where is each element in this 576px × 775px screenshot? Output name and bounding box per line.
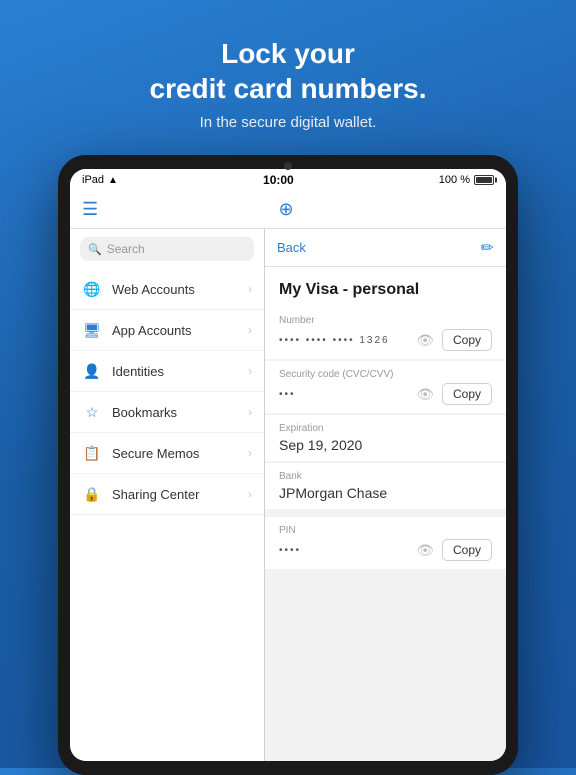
sidebar-item-secure-memos-left: 📋 Secure Memos: [82, 443, 199, 463]
field-bank: Bank JPMorgan Chase: [265, 463, 506, 509]
device-label: iPad: [82, 174, 104, 186]
field-expiration-value: Sep 19, 2020: [279, 437, 362, 453]
battery-label: 100 %: [439, 174, 470, 186]
field-number-row: •••• •••• •••• 1326 👁 Copy: [279, 329, 492, 351]
field-pin-row: •••• 👁 Copy: [279, 539, 492, 561]
field-number-value: •••• •••• •••• 1326: [279, 335, 390, 346]
ipad-body: iPad ▲ 10:00 100 % ☰ ⊕: [58, 155, 518, 775]
ipad-device: iPad ▲ 10:00 100 % ☰ ⊕: [58, 155, 518, 775]
sidebar-item-bookmarks-left: ☆ Bookmarks: [82, 402, 177, 422]
field-expiration-label: Expiration: [279, 423, 492, 434]
ipad-camera: [284, 162, 292, 170]
field-security-code-row: ••• 👁 Copy: [279, 383, 492, 405]
field-pin-label: PIN: [279, 525, 492, 536]
hero-section: Lock your credit card numbers. In the se…: [0, 0, 576, 151]
sharing-center-label: Sharing Center: [112, 487, 199, 502]
field-number-label: Number: [279, 315, 492, 326]
field-number: Number •••• •••• •••• 1326 👁 Copy: [265, 307, 506, 359]
search-icon: 🔍: [88, 243, 102, 256]
status-left: iPad ▲: [82, 174, 118, 186]
field-bank-label: Bank: [279, 471, 492, 482]
search-placeholder: Search: [107, 242, 145, 256]
sidebar-item-sharing-center-left: 🔒 Sharing Center: [82, 484, 199, 504]
field-number-actions: 👁 Copy: [416, 329, 492, 351]
secure-memos-chevron: ›: [248, 446, 252, 460]
field-security-code: Security code (CVC/CVV) ••• 👁 Copy: [265, 361, 506, 413]
sidebar-item-bookmarks[interactable]: ☆ Bookmarks ›: [70, 392, 264, 433]
hero-title: Lock your credit card numbers.: [20, 36, 556, 106]
detail-fields: Number •••• •••• •••• 1326 👁 Copy: [265, 307, 506, 761]
sharing-center-icon: 🔒: [82, 484, 102, 504]
field-pin-actions: 👁 Copy: [416, 539, 492, 561]
hero-subtitle: In the secure digital wallet.: [20, 114, 556, 131]
bookmarks-label: Bookmarks: [112, 405, 177, 420]
app-accounts-chevron: ›: [248, 323, 252, 337]
identities-chevron: ›: [248, 364, 252, 378]
sidebar-item-app-accounts[interactable]: 🖥 App Accounts ›: [70, 310, 264, 351]
field-expiration-row: Sep 19, 2020: [279, 437, 492, 453]
nav-bar: ☰ ⊕: [70, 191, 506, 229]
web-accounts-chevron: ›: [248, 282, 252, 296]
ipad-screen: iPad ▲ 10:00 100 % ☰ ⊕: [70, 169, 506, 761]
detail-nav: Back ✏: [265, 229, 506, 267]
field-pin: PIN •••• 👁 Copy: [265, 517, 506, 569]
sidebar-item-sharing-center[interactable]: 🔒 Sharing Center ›: [70, 474, 264, 515]
web-accounts-label: Web Accounts: [112, 282, 195, 297]
identities-label: Identities: [112, 364, 164, 379]
wifi-icon: ▲: [108, 175, 118, 186]
status-bar: iPad ▲ 10:00 100 %: [70, 169, 506, 191]
web-accounts-icon: 🌐: [82, 279, 102, 299]
card-title: My Visa - personal: [265, 267, 506, 307]
bookmarks-icon: ☆: [82, 402, 102, 422]
content-area: 🔍 Search 🌐 Web Accounts › 🖥 App: [70, 229, 506, 761]
secure-memos-label: Secure Memos: [112, 446, 199, 461]
status-right: 100 %: [439, 174, 494, 186]
battery-icon: [474, 175, 494, 185]
hero-title-line2: credit card numbers.: [150, 73, 427, 104]
hero-title-line1: Lock your: [221, 38, 355, 69]
edit-button[interactable]: ✏: [481, 238, 494, 258]
number-eye-icon[interactable]: 👁: [416, 332, 434, 349]
field-security-code-label: Security code (CVC/CVV): [279, 369, 492, 380]
search-box[interactable]: 🔍 Search: [80, 237, 254, 261]
back-button[interactable]: Back: [277, 240, 306, 255]
menu-button[interactable]: ☰: [82, 199, 98, 220]
sidebar-item-web-accounts[interactable]: 🌐 Web Accounts ›: [70, 269, 264, 310]
number-copy-button[interactable]: Copy: [442, 329, 492, 351]
field-expiration: Expiration Sep 19, 2020: [265, 415, 506, 461]
bookmarks-chevron: ›: [248, 405, 252, 419]
security-code-copy-button[interactable]: Copy: [442, 383, 492, 405]
detail-panel: Back ✏ My Visa - personal Number •••• ••…: [265, 229, 506, 761]
field-pin-value: ••••: [279, 545, 301, 556]
sidebar-item-web-accounts-left: 🌐 Web Accounts: [82, 279, 195, 299]
sidebar-item-app-accounts-left: 🖥 App Accounts: [82, 320, 192, 340]
secure-memos-icon: 📋: [82, 443, 102, 463]
app-accounts-icon: 🖥: [82, 320, 102, 340]
sidebar-item-secure-memos[interactable]: 📋 Secure Memos ›: [70, 433, 264, 474]
battery-fill: [476, 177, 492, 183]
pin-copy-button[interactable]: Copy: [442, 539, 492, 561]
identities-icon: 👤: [82, 361, 102, 381]
sidebar: 🔍 Search 🌐 Web Accounts › 🖥 App: [70, 229, 265, 761]
security-code-eye-icon[interactable]: 👁: [416, 386, 434, 403]
status-time: 10:00: [263, 173, 294, 187]
sidebar-item-identities-left: 👤 Identities: [82, 361, 164, 381]
sharing-center-chevron: ›: [248, 487, 252, 501]
pin-eye-icon[interactable]: 👁: [416, 542, 434, 559]
field-security-code-value: •••: [279, 389, 296, 400]
field-bank-value: JPMorgan Chase: [279, 485, 387, 501]
field-bank-row: JPMorgan Chase: [279, 485, 492, 501]
add-button[interactable]: ⊕: [279, 199, 294, 220]
sidebar-item-identities[interactable]: 👤 Identities ›: [70, 351, 264, 392]
app-accounts-label: App Accounts: [112, 323, 192, 338]
field-security-code-actions: 👁 Copy: [416, 383, 492, 405]
